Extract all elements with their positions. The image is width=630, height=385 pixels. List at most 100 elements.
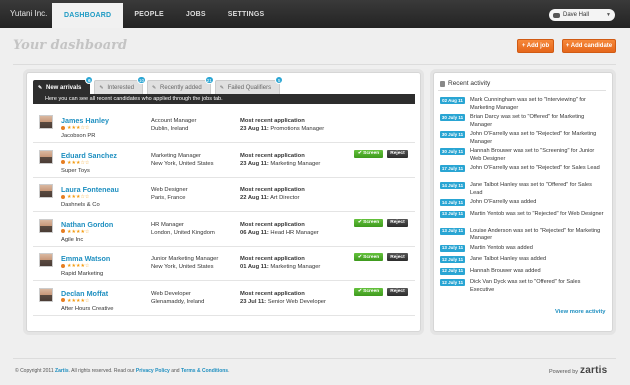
location: New York, United States: [151, 160, 214, 167]
star-rating[interactable]: ★★★☆☆: [67, 194, 89, 200]
activity-date-badge: 30 July 11: [440, 131, 465, 138]
candidate-row: James Hanley ★★★☆☆ Jacobson PR Account Mana…: [33, 109, 415, 143]
nav-tab-dashboard[interactable]: DASHBOARD: [52, 3, 124, 28]
footer-text: . All rights reserved. Read our: [68, 368, 135, 374]
nav-tab-people[interactable]: PEOPLE: [123, 0, 175, 28]
activity-text: Mark Cunningham was set to "Interviewing…: [470, 97, 586, 111]
tab-interested[interactable]: ✎ Interested 10: [94, 76, 147, 94]
candidate-company: After Hours Creative: [61, 305, 114, 312]
recent-application: Most recent application 23 Aug 11: Market…: [240, 152, 348, 168]
application-job: Marketing Manager: [270, 264, 321, 270]
application-date: 23 Jul 11:: [240, 298, 267, 305]
top-navigation-bar: Yutani Inc. DASHBOARD PEOPLE JOBS SETTIN…: [0, 0, 630, 28]
candidate-tabs: ✎ New arrivals 6 ✎ Interested 10 ✎ Recently a…: [33, 76, 284, 94]
add-job-button[interactable]: + Add job: [517, 39, 554, 53]
candidate-role: Marketing Manager New York, United States: [151, 152, 214, 168]
activity-date-badge: 02 Aug 11: [440, 97, 465, 104]
activity-icon: [440, 80, 445, 87]
activity-text: Louise Anderson was set to "Rejected" fo…: [470, 227, 601, 242]
recent-label: Most recent application: [240, 256, 305, 262]
reject-button[interactable]: Reject: [387, 149, 408, 158]
activity-date-badge: 13 July 11: [440, 244, 465, 252]
view-more-activity-link[interactable]: View more activity: [555, 309, 605, 315]
recent-label: Most recent application: [240, 118, 305, 124]
star-rating[interactable]: ★★★★☆: [67, 229, 89, 235]
activity-text: Jane Talbot Hanley was added: [470, 256, 547, 262]
activity-title: Recent activity: [448, 80, 491, 87]
candidate-row: Nathan Gordon ★★★★☆ Agile Inc HR Manager Lon…: [33, 213, 415, 247]
candidate-name[interactable]: Declan Moffat: [61, 289, 108, 298]
candidate-company: Rapid Marketing: [61, 271, 104, 277]
star-rating[interactable]: ★★★★☆: [67, 298, 89, 304]
recent-application: Most recent application 23 Jul 11: Senior…: [240, 290, 348, 306]
candidate-name[interactable]: James Hanley: [61, 116, 109, 125]
zartis-link[interactable]: Zartis: [55, 368, 69, 374]
tab-label: Interested: [107, 84, 135, 91]
star-rating[interactable]: ★★★★☆: [67, 263, 89, 269]
info-bar: Here you can see all recent candidates w…: [33, 94, 415, 104]
user-menu[interactable]: Dave Hall ▼: [549, 9, 615, 21]
activity-date-badge: 14 July 11: [440, 182, 465, 189]
footer-text: and: [171, 368, 180, 374]
activity-date-badge: 30 July 11: [440, 148, 465, 155]
chevron-down-icon: ▼: [606, 12, 611, 18]
candidate-company: Jacobson PR: [61, 133, 96, 139]
candidate-row: Laura Fonteneau ★★★☆☆ Dashnels & Co Web Des…: [33, 178, 415, 212]
footer-divider: [13, 358, 616, 359]
privacy-policy-link[interactable]: Privacy Policy: [136, 368, 170, 374]
tab-new-arrivals[interactable]: ✎ New arrivals 6: [33, 76, 94, 94]
candidate-company: Agile Inc: [61, 236, 84, 243]
recent-label: Most recent application: [240, 187, 305, 193]
avatar[interactable]: [39, 218, 53, 233]
powered-by: Powered by zartis: [549, 365, 607, 376]
pin-icon: ✎: [219, 85, 224, 91]
screen-button[interactable]: ✔ Screen: [354, 253, 383, 261]
nav-tab-jobs[interactable]: JOBS: [175, 0, 217, 28]
user-icon: [553, 12, 560, 18]
recent-label: Most recent application: [240, 221, 305, 228]
avatar[interactable]: [39, 184, 53, 198]
avatar[interactable]: [39, 149, 53, 164]
star-rating[interactable]: ★★★☆☆: [67, 125, 89, 131]
role-title: Account Manager: [151, 118, 197, 124]
status-dot-icon: [61, 160, 65, 165]
main-nav: DASHBOARD PEOPLE JOBS SETTINGS: [52, 0, 275, 28]
application-date: 23 Aug 11:: [240, 160, 269, 167]
recent-application: Most recent application 23 Aug 11: Promot…: [240, 117, 348, 133]
star-rating[interactable]: ★★★☆☆: [67, 160, 89, 166]
candidate-company: Dashnels & Co: [61, 202, 100, 208]
tab-failed-qualifiers[interactable]: ✎ Failed Qualifiers 5: [214, 76, 284, 94]
add-candidate-button[interactable]: + Add candidate: [562, 39, 616, 53]
avatar[interactable]: [39, 115, 53, 129]
activity-date-badge: 17 July 11: [440, 165, 465, 172]
avatar[interactable]: [39, 287, 53, 302]
nav-tab-settings[interactable]: SETTINGS: [217, 0, 276, 28]
recent-application: Most recent application 01 Aug 11: Market…: [240, 255, 348, 271]
copyright-text: © Copyright 2011: [15, 368, 54, 374]
tab-recently-added[interactable]: ✎ Recently added 21: [147, 76, 214, 94]
activity-text: Martin Yentob was added: [470, 244, 533, 251]
tab-label: Recently added: [160, 84, 202, 91]
application-date: 06 Aug 11:: [240, 229, 269, 236]
reject-button[interactable]: Reject: [387, 218, 408, 227]
rating: ★★★★☆: [61, 229, 89, 235]
screen-button[interactable]: ✔ Screen: [354, 287, 383, 296]
reject-button[interactable]: Reject: [387, 253, 408, 261]
activity-text: Martin Yentob was set to "Rejected" for …: [470, 210, 604, 217]
rating: ★★★☆☆: [61, 194, 89, 200]
tab-label: Failed Qualifiers: [227, 84, 272, 91]
candidate-name[interactable]: Emma Watson: [61, 254, 110, 263]
candidate-name[interactable]: Eduard Sanchez: [61, 151, 117, 160]
screen-button[interactable]: ✔ Screen: [354, 149, 383, 158]
reject-button[interactable]: Reject: [387, 287, 408, 296]
screen-button[interactable]: ✔ Screen: [354, 218, 383, 227]
candidate-name[interactable]: Nathan Gordon: [61, 220, 113, 229]
location: New York, United States: [151, 264, 214, 270]
status-dot-icon: [61, 194, 65, 199]
candidate-company: Super Toys: [61, 167, 90, 174]
candidate-row: Eduard Sanchez ★★★☆☆ Super Toys Marketing M…: [33, 144, 415, 178]
avatar[interactable]: [39, 253, 53, 267]
candidate-name[interactable]: Laura Fonteneau: [61, 185, 119, 194]
terms-link[interactable]: Terms & Conditions: [181, 368, 228, 374]
activity-date-badge: 13 July 11: [440, 210, 465, 218]
